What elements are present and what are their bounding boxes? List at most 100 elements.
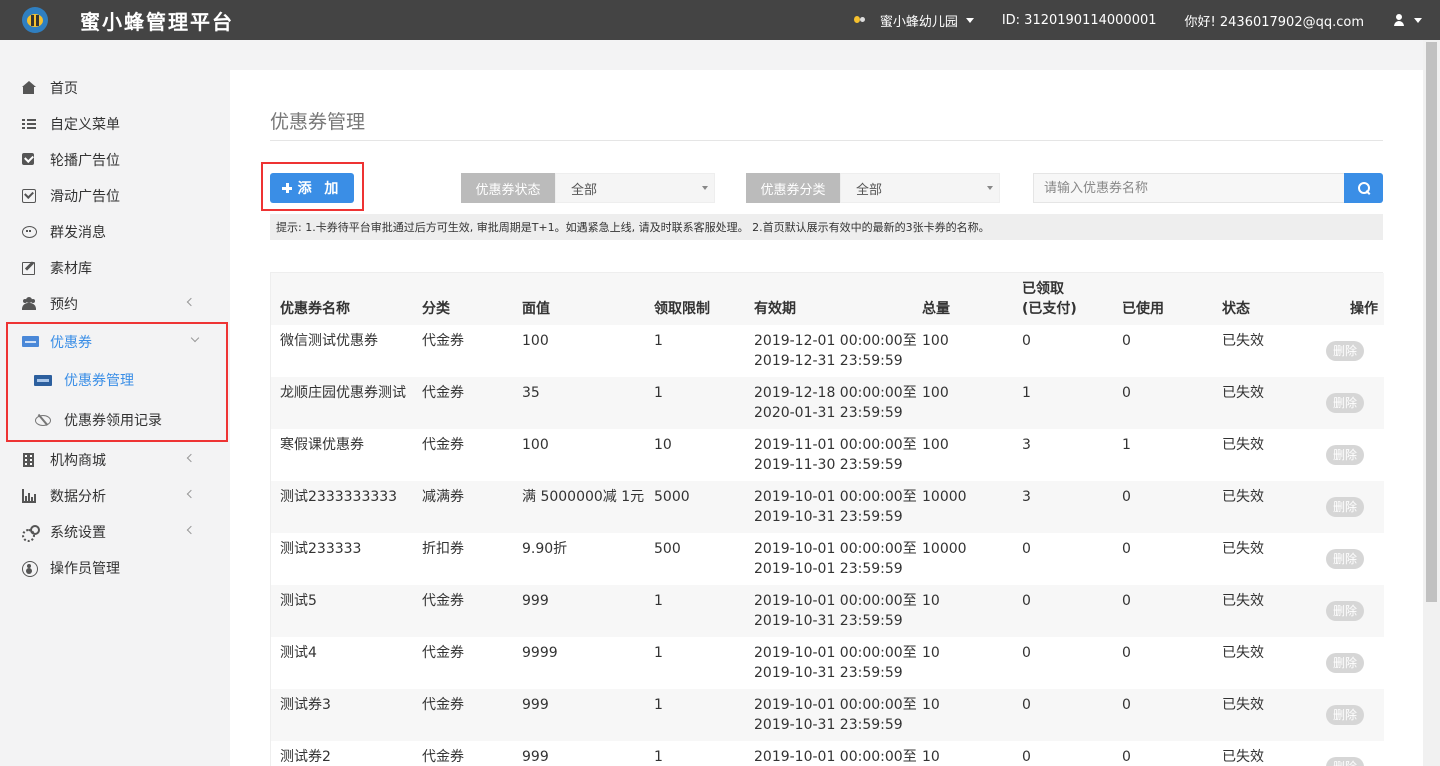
search-input[interactable]: [1033, 173, 1345, 203]
cell-op: 删除: [1313, 377, 1384, 429]
col-header-limit[interactable]: 领取限制: [645, 273, 745, 325]
sidebar-subitem-coupon-records[interactable]: 优惠券领用记录: [8, 400, 226, 440]
scrollbar-thumb[interactable]: [1426, 42, 1437, 602]
cell-op: 删除: [1313, 741, 1384, 766]
validity-end: 2019-10-31 23:59:59: [754, 665, 903, 681]
delete-button[interactable]: 删除: [1326, 445, 1364, 465]
org-switcher[interactable]: 蜜小蜂幼儿园: [853, 11, 974, 30]
sidebar-subitem-coupon-manage[interactable]: 优惠券管理: [8, 360, 226, 400]
col-header-status[interactable]: 状态: [1213, 273, 1313, 325]
validity-end: 2020-01-31 23:59:59: [754, 405, 903, 421]
cell-value: 100: [513, 325, 645, 377]
cell-received: 3: [1013, 429, 1113, 481]
bar-chart-icon: [22, 489, 36, 503]
page-title: 优惠券管理: [270, 111, 366, 133]
sidebar-item-home[interactable]: 首页: [0, 70, 230, 106]
cell-value: 999: [513, 741, 645, 766]
divider: [270, 140, 1383, 141]
cell-status: 已失效: [1213, 481, 1313, 533]
caret-down-icon: [965, 17, 974, 23]
delete-button[interactable]: 删除: [1326, 393, 1364, 413]
cell-op: 删除: [1313, 689, 1384, 741]
cell-limit: 1: [645, 585, 745, 637]
col-header-category[interactable]: 分类: [413, 273, 513, 325]
col-header-validity[interactable]: 有效期: [745, 273, 913, 325]
col-header-op: 操作: [1313, 273, 1384, 325]
sidebar-item-label: 轮播广告位: [50, 153, 120, 169]
cell-name: 龙顺庄园优惠券测试: [271, 377, 413, 429]
cell-limit: 1: [645, 637, 745, 689]
col-header-total[interactable]: 总量: [913, 273, 1013, 325]
cell-category: 代金券: [413, 741, 513, 766]
cell-validity: 2019-10-01 00:00:00至 2019-10-31 23:59:59: [745, 585, 917, 637]
account-id: ID: 3120190114000001: [1001, 12, 1157, 28]
cell-limit: 1: [645, 689, 745, 741]
category-select[interactable]: 全部: [840, 173, 1000, 203]
cell-limit: 10: [645, 429, 745, 481]
user-menu[interactable]: [1392, 13, 1422, 27]
validity-start: 2019-10-01 00:00:00至: [754, 593, 917, 609]
col-header-received[interactable]: 已领取 (已支付): [1013, 273, 1113, 325]
add-button[interactable]: 添 加: [270, 173, 354, 203]
chevron-down-icon: [190, 333, 200, 343]
delete-button[interactable]: 删除: [1326, 341, 1364, 361]
greeting: 你好! 2436017902@qq.com: [1184, 14, 1364, 30]
sidebar: 首页 自定义菜单 轮播广告位 滑动广告位 群发消息 素材库 预约 优惠券 优惠券…: [0, 40, 230, 766]
cell-used: 0: [1113, 741, 1213, 766]
card-icon: [22, 335, 39, 349]
sidebar-item-label: 优惠券管理: [64, 373, 134, 389]
sidebar-item-slide-ads[interactable]: 滑动广告位: [0, 178, 230, 214]
sidebar-item-mass-message[interactable]: 群发消息: [0, 214, 230, 250]
cell-received: 3: [1013, 481, 1113, 533]
delete-button[interactable]: 删除: [1326, 705, 1364, 725]
delete-button[interactable]: 删除: [1326, 549, 1364, 569]
sidebar-item-booking[interactable]: 预约: [0, 286, 230, 322]
cell-received: 0: [1013, 741, 1113, 766]
sidebar-item-label: 自定义菜单: [50, 117, 120, 133]
col-header-name[interactable]: 优惠券名称: [271, 273, 413, 325]
col-header-used[interactable]: 已使用: [1113, 273, 1213, 325]
sidebar-item-label: 首页: [50, 81, 78, 97]
validity-end: 2019-12-31 23:59:59: [754, 353, 903, 369]
sidebar-item-label: 系统设置: [50, 525, 106, 541]
cell-name: 测试5: [271, 585, 413, 637]
status-select[interactable]: 全部: [555, 173, 715, 203]
cell-total: 100: [913, 429, 1013, 481]
logo[interactable]: [0, 0, 70, 40]
cell-status: 已失效: [1213, 585, 1313, 637]
cell-name: 测试券2: [271, 741, 413, 766]
sidebar-item-analytics[interactable]: 数据分析: [0, 478, 230, 514]
sidebar-item-mall[interactable]: 机构商城: [0, 442, 230, 478]
cell-total: 100: [913, 325, 1013, 377]
sidebar-item-label: 优惠券领用记录: [64, 413, 162, 429]
search-button[interactable]: [1344, 173, 1383, 203]
sidebar-item-carousel-ads[interactable]: 轮播广告位: [0, 142, 230, 178]
sidebar-item-label: 数据分析: [50, 489, 106, 505]
check-square-icon: [22, 153, 36, 167]
sidebar-item-materials[interactable]: 素材库: [0, 250, 230, 286]
cell-used: 0: [1113, 481, 1213, 533]
sidebar-item-coupon[interactable]: 优惠券: [8, 324, 226, 360]
sidebar-item-operators[interactable]: 操作员管理: [0, 550, 230, 586]
delete-button[interactable]: 删除: [1326, 757, 1364, 766]
col-header-value[interactable]: 面值: [513, 273, 645, 325]
cell-received: 0: [1013, 585, 1113, 637]
cell-category: 减满券: [413, 481, 513, 533]
delete-button[interactable]: 删除: [1326, 601, 1364, 621]
delete-button[interactable]: 删除: [1326, 653, 1364, 673]
cell-limit: 5000: [645, 481, 745, 533]
status-select-value: 全部: [571, 182, 598, 198]
cell-value: 999: [513, 585, 645, 637]
validity-start: 2019-10-01 00:00:00至: [754, 749, 917, 765]
cell-status: 已失效: [1213, 637, 1313, 689]
sidebar-item-settings[interactable]: 系统设置: [0, 514, 230, 550]
cell-category: 折扣券: [413, 533, 513, 585]
sidebar-item-custom-menu[interactable]: 自定义菜单: [0, 106, 230, 142]
sidebar-item-label: 群发消息: [50, 225, 106, 241]
table-row: 测试券3 代金券 999 1 2019-10-01 00:00:00至 2019-10-3…: [271, 689, 1384, 741]
delete-button[interactable]: 删除: [1326, 497, 1364, 517]
cell-used: 0: [1113, 637, 1213, 689]
page-scrollbar[interactable]: [1423, 40, 1440, 766]
cell-total: 10: [913, 689, 1013, 741]
chevron-left-icon: [186, 297, 196, 307]
